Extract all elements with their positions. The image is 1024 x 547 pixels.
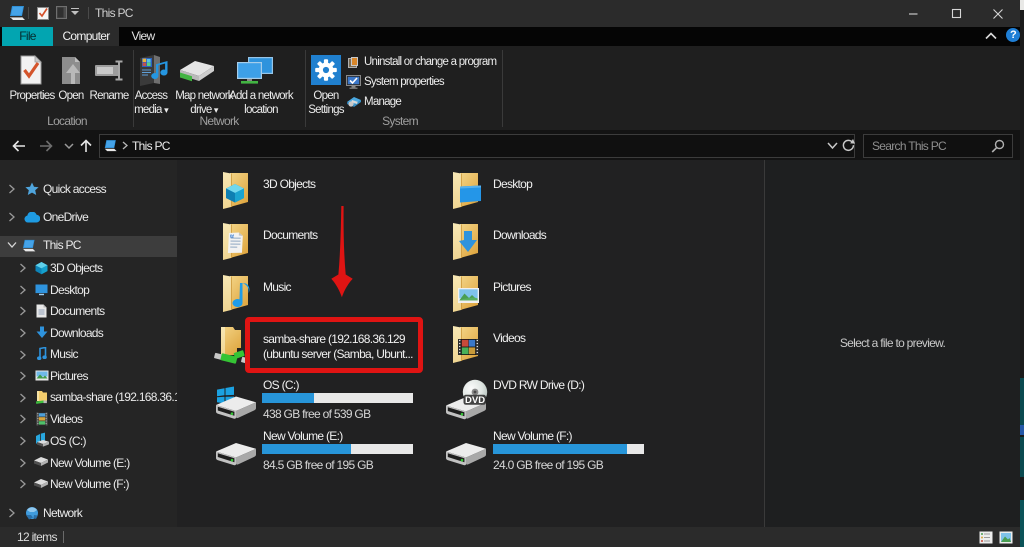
svg-text:DVD: DVD — [465, 395, 485, 406]
